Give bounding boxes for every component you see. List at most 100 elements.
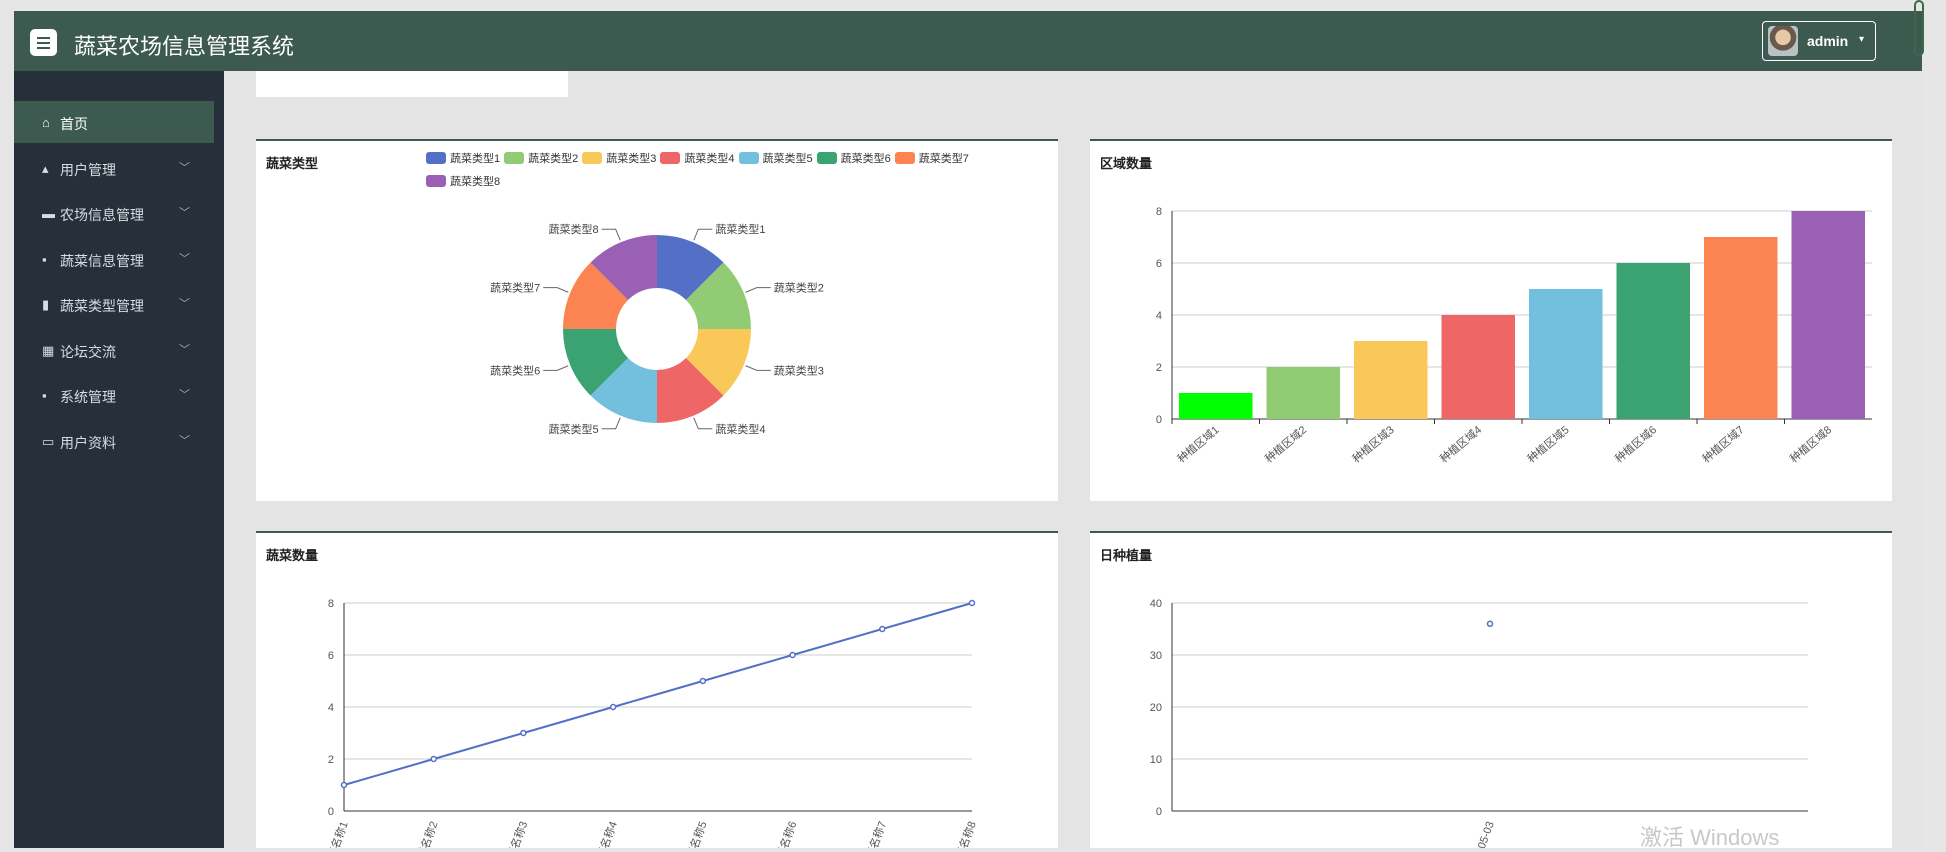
main-content: 蔬菜类型 蔬菜类型1 蔬菜类型2 蔬菜类型3 蔬菜类型4 蔬菜类型5 蔬菜类型6 蔬菜类型7… <box>224 71 1922 848</box>
user-menu-button[interactable]: admin ▾ <box>1762 21 1876 61</box>
sidebar-item-label: 用户资料 <box>60 434 116 451</box>
pie-label-line <box>601 417 621 430</box>
x-tick-label: 蔬菜名称2 <box>410 819 440 848</box>
x-tick-label: 种植区域8 <box>1787 423 1834 466</box>
pie-label: 蔬菜类型4 <box>715 422 765 436</box>
pie-chart: 蔬菜类型1 蔬菜类型2 蔬菜类型3 蔬菜类型4 蔬菜类型5 蔬菜类型6 蔬菜类型7 蔬菜类型8 <box>490 222 824 436</box>
pie-label: 蔬菜类型7 <box>490 281 540 295</box>
bar <box>1441 315 1515 419</box>
y-tick-label: 0 <box>328 806 334 818</box>
sidebar-item[interactable]: ▮ 蔬菜类型管理 ﹀ <box>14 283 214 325</box>
bar <box>1266 367 1340 419</box>
pie-label-line <box>543 287 569 293</box>
sidebar-item-label: 蔬菜信息管理 <box>60 252 144 269</box>
watermark: 激活 Windows <box>1640 825 1780 850</box>
y-tick-label: 30 <box>1150 650 1162 662</box>
pie-label-line <box>693 417 713 430</box>
x-tick-label: 种植区域7 <box>1699 423 1746 466</box>
data-point <box>520 729 527 737</box>
bar <box>1791 211 1865 419</box>
x-tick-label: 种植区域4 <box>1437 423 1484 466</box>
x-tick-label: 种植区域2 <box>1262 423 1309 466</box>
app-frame: 蔬菜农场信息管理系统 admin ▾ ⌂ 首页 ▴ 用户管理 ﹀ ▬ 农场信息管理 ﹀ ▪ 蔬菜信… <box>14 11 1922 848</box>
y-tick-label: 40 <box>1150 598 1162 610</box>
x-tick-label: 种植区域1 <box>1174 423 1221 466</box>
bar-chart: 0 2 4 6 8 种植区域1 种植区域2 种植区域3 种植区域4 种植区域5 种植区域6 种植区域7… <box>1156 206 1872 466</box>
y-tick-label: 0 <box>1156 806 1162 818</box>
sidebar-item[interactable]: ▴ 用户管理 ﹀ <box>14 147 214 189</box>
data-point <box>879 625 886 633</box>
chevron-down-icon: ﹀ <box>179 434 190 447</box>
y-tick-label: 20 <box>1150 702 1162 714</box>
y-tick-label: 4 <box>1156 310 1162 322</box>
pie-label: 蔬菜类型2 <box>774 281 824 295</box>
hamburger-menu-icon[interactable] <box>30 29 57 56</box>
pie-label: 蔬菜类型1 <box>715 222 765 236</box>
sidebar-item-label: 农场信息管理 <box>60 207 144 223</box>
scroll-indicator[interactable] <box>1914 0 1924 56</box>
x-tick-label: 种植区域3 <box>1349 423 1396 466</box>
x-tick-label: 种植区域6 <box>1612 423 1659 466</box>
bar <box>1704 237 1778 419</box>
x-tick-label: 蔬菜名称8 <box>949 819 979 848</box>
pie-label-line <box>745 365 771 371</box>
y-tick-label: 0 <box>1156 414 1162 426</box>
pie-label-line <box>693 228 713 241</box>
chart-card-vegetable-type: 蔬菜类型 蔬菜类型1 蔬菜类型2 蔬菜类型3 蔬菜类型4 蔬菜类型5 蔬菜类型6 蔬菜类型7… <box>256 139 1058 501</box>
bar <box>1616 263 1690 419</box>
sidebar-item[interactable]: ⌂ 首页 <box>14 101 214 143</box>
pie-label: 蔬菜类型3 <box>774 363 824 377</box>
chevron-down-icon: ﹀ <box>179 207 190 219</box>
chart-card-region-count: 区域数量 0 2 4 6 8 种植区域1 种植区域2 种植区域3 种植区域4 种植区域5 种植区域6… <box>1090 139 1892 501</box>
pie-label: 蔬菜类型8 <box>549 222 599 236</box>
chevron-down-icon: ﹀ <box>179 161 190 174</box>
x-tick-label: 种植区域5 <box>1524 423 1571 466</box>
scatter-chart: 0 10 20 30 40 2024-05-03 <box>1150 598 1808 848</box>
data-point <box>1486 620 1494 628</box>
sidebar-item-label: 用户管理 <box>60 161 116 178</box>
sidebar: ⌂ 首页 ▴ 用户管理 ﹀ ▬ 农场信息管理 ﹀ ▪ 蔬菜信息管理 ﹀ ▮ 蔬菜类型管理 ﹀ ▦ 论坛交流 ﹀ ▪… <box>14 71 224 848</box>
chevron-down-icon: ﹀ <box>179 389 190 401</box>
data-point <box>789 651 796 659</box>
menu-icon: ▪ <box>42 251 47 267</box>
menu-icon: ▮ <box>42 297 50 312</box>
menu-icon: ▴ <box>42 160 49 176</box>
menu-icon: ▭ <box>42 433 55 449</box>
data-point <box>430 755 437 763</box>
x-tick-label: 蔬菜名称3 <box>500 819 530 848</box>
pie-label-line <box>601 228 621 241</box>
menu-icon: ▬ <box>42 206 55 221</box>
caret-down-icon: ▾ <box>1859 34 1865 45</box>
x-tick-label: 蔬菜名称1 <box>321 819 351 848</box>
x-tick-label: 2024-05-03 <box>1466 820 1497 848</box>
x-tick-label: 蔬菜名称4 <box>590 819 620 848</box>
bar <box>1529 289 1603 419</box>
sidebar-item[interactable]: ▬ 农场信息管理 ﹀ <box>14 192 214 234</box>
menu-icon: ⌂ <box>42 115 50 130</box>
sidebar-item[interactable]: ▪ 蔬菜信息管理 ﹀ <box>14 238 214 280</box>
menu-icon: ▦ <box>42 342 55 358</box>
x-tick-label: 蔬菜名称7 <box>859 819 889 848</box>
menu-icon: ▪ <box>42 388 47 403</box>
app-title: 蔬菜农场信息管理系统 <box>74 35 295 60</box>
data-point <box>699 677 707 685</box>
top-summary-card <box>256 71 568 97</box>
sidebar-item-label: 首页 <box>60 116 88 132</box>
bar <box>1179 393 1253 419</box>
chevron-down-icon: ﹀ <box>179 298 190 310</box>
sidebar-item[interactable]: ▪ 系统管理 ﹀ <box>14 374 214 416</box>
y-tick-label: 8 <box>328 598 334 610</box>
chevron-down-icon: ﹀ <box>179 343 190 356</box>
sidebar-item-label: 系统管理 <box>60 389 116 405</box>
series-line <box>343 602 973 786</box>
y-tick-label: 2 <box>1156 362 1162 374</box>
sidebar-item[interactable]: ▭ 用户资料 ﹀ <box>14 420 214 462</box>
bar <box>1354 341 1428 419</box>
sidebar-item-label: 蔬菜类型管理 <box>60 298 144 314</box>
y-tick-label: 2 <box>328 754 334 766</box>
y-tick-label: 8 <box>1156 206 1162 218</box>
chevron-down-icon: ﹀ <box>179 252 190 265</box>
sidebar-item[interactable]: ▦ 论坛交流 ﹀ <box>14 329 214 371</box>
y-tick-label: 4 <box>328 702 334 714</box>
chart-card-vegetable-count: 蔬菜数量 0 2 4 6 8 蔬菜名称1 蔬菜名称2 蔬菜名称3 蔬菜名称4 蔬菜名称5 蔬菜名称6… <box>256 531 1058 848</box>
